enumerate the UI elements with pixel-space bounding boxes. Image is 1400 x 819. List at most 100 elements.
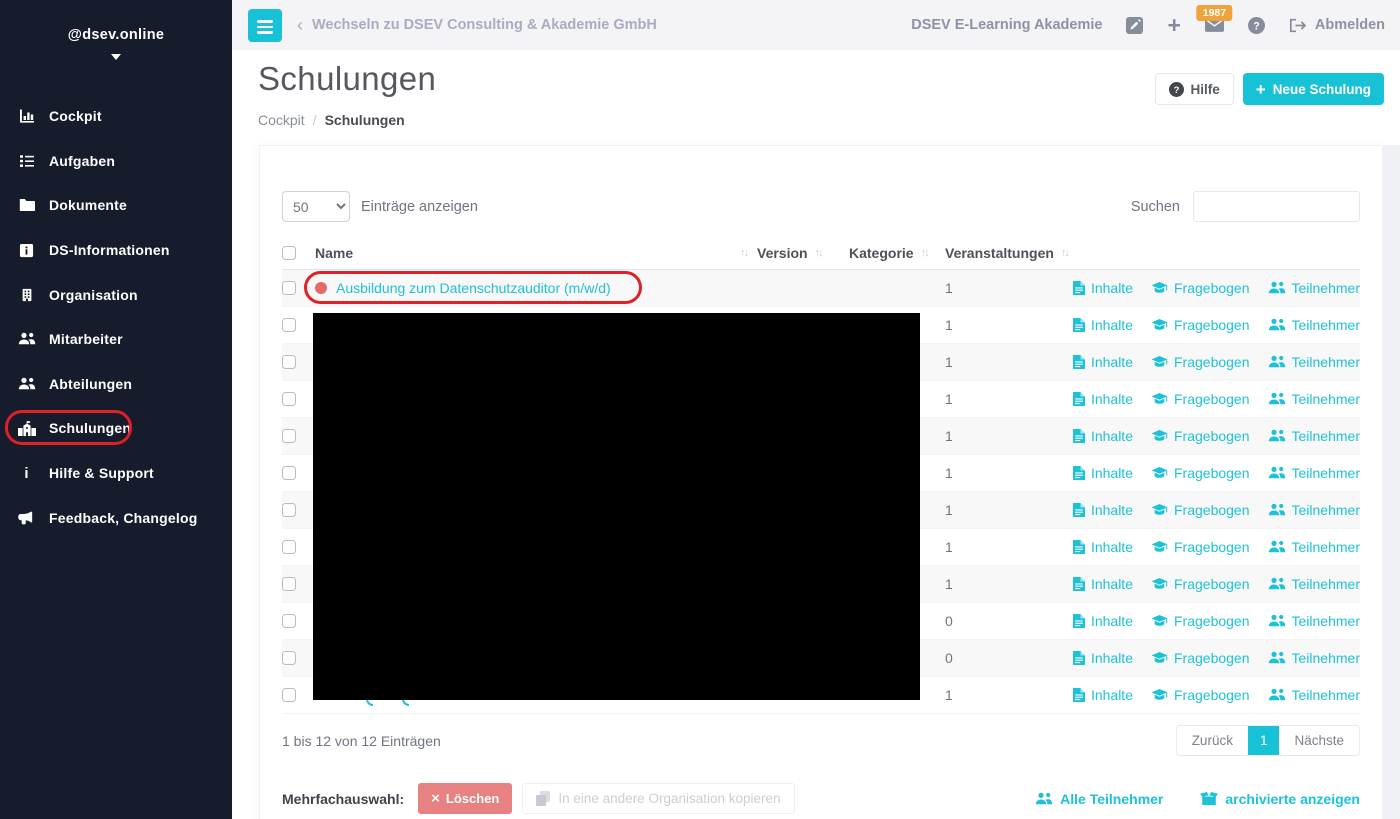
- logout-button[interactable]: Abmelden: [1289, 17, 1385, 33]
- inhalte-link[interactable]: Inhalte: [1072, 391, 1133, 407]
- fragebogen-link[interactable]: Fragebogen: [1151, 650, 1250, 666]
- teilnehmer-link[interactable]: Teilnehmer: [1268, 650, 1360, 666]
- sidebar-item-abteilungen[interactable]: Abteilungen: [0, 362, 232, 407]
- row-checkbox[interactable]: [282, 651, 296, 665]
- graduation-cap-icon: [1151, 392, 1168, 404]
- scrollbar-track[interactable]: [1383, 145, 1400, 819]
- veranstaltungen-count: 0: [945, 613, 953, 629]
- new-training-button[interactable]: + Neue Schulung: [1242, 73, 1384, 105]
- teilnehmer-link[interactable]: Teilnehmer: [1268, 687, 1360, 703]
- fragebogen-link[interactable]: Fragebogen: [1151, 465, 1250, 481]
- mail-icon[interactable]: 1987: [1196, 5, 1233, 32]
- sidebar-item-schulungen[interactable]: Schulungen: [0, 406, 232, 451]
- teilnehmer-link[interactable]: Teilnehmer: [1268, 428, 1360, 444]
- menu-toggle-button[interactable]: [248, 8, 282, 42]
- edit-square-icon[interactable]: [1126, 16, 1144, 34]
- page-length-select[interactable]: 50: [282, 191, 350, 222]
- fragebogen-link[interactable]: Fragebogen: [1151, 687, 1250, 703]
- delete-button[interactable]: × Löschen: [418, 783, 513, 814]
- teilnehmer-link[interactable]: Teilnehmer: [1268, 391, 1360, 407]
- teilnehmer-link[interactable]: Teilnehmer: [1268, 576, 1360, 592]
- teilnehmer-link[interactable]: Teilnehmer: [1268, 502, 1360, 518]
- column-kategorie[interactable]: Kategorie ↑↓: [849, 245, 945, 261]
- inhalte-link[interactable]: Inhalte: [1072, 280, 1133, 296]
- fragebogen-link[interactable]: Fragebogen: [1151, 613, 1250, 629]
- training-name-link[interactable]: Ausbildung zum Datenschutzauditor (m/w/d…: [336, 280, 611, 296]
- help-button[interactable]: ? Hilfe: [1154, 73, 1234, 105]
- question-circle-icon: ?: [1168, 81, 1184, 97]
- inhalte-link[interactable]: Inhalte: [1072, 613, 1133, 629]
- breadcrumb-separator: /: [312, 112, 317, 128]
- switch-organisation-link[interactable]: ‹ Wechseln zu DSEV Consulting & Akademie…: [297, 16, 657, 34]
- current-organisation-label: DSEV E-Learning Akademie: [911, 17, 1103, 33]
- teilnehmer-link[interactable]: Teilnehmer: [1268, 354, 1360, 370]
- file-icon: [1072, 281, 1085, 295]
- inhalte-link[interactable]: Inhalte: [1072, 539, 1133, 555]
- row-checkbox[interactable]: [282, 318, 296, 332]
- show-archived-link[interactable]: archivierte anzeigen: [1200, 791, 1360, 807]
- pagination-prev[interactable]: Zurück: [1177, 726, 1248, 755]
- veranstaltungen-count: 1: [945, 465, 953, 481]
- sidebar-item-aufgaben[interactable]: Aufgaben: [0, 139, 232, 184]
- row-checkbox[interactable]: [282, 429, 296, 443]
- graduation-cap-icon: [1151, 318, 1168, 330]
- fragebogen-link[interactable]: Fragebogen: [1151, 354, 1250, 370]
- teilnehmer-link[interactable]: Teilnehmer: [1268, 280, 1360, 296]
- pagination-page-1[interactable]: 1: [1247, 726, 1280, 755]
- fragebogen-link[interactable]: Fragebogen: [1151, 317, 1250, 333]
- row-checkbox[interactable]: [282, 466, 296, 480]
- fragebogen-link[interactable]: Fragebogen: [1151, 280, 1250, 296]
- column-version[interactable]: Version ↑↓: [757, 245, 849, 261]
- teilnehmer-link[interactable]: Teilnehmer: [1268, 465, 1360, 481]
- inhalte-link[interactable]: Inhalte: [1072, 317, 1133, 333]
- account-menu[interactable]: @dsev.online: [0, 27, 232, 43]
- fragebogen-link[interactable]: Fragebogen: [1151, 502, 1250, 518]
- sidebar-item-hilfe-support[interactable]: i Hilfe & Support: [0, 451, 232, 496]
- inhalte-link[interactable]: Inhalte: [1072, 650, 1133, 666]
- sort-icon[interactable]: ↑↓: [921, 247, 930, 259]
- sort-icon[interactable]: ↑↓: [740, 247, 749, 259]
- fragebogen-link[interactable]: Fragebogen: [1151, 576, 1250, 592]
- veranstaltungen-count: 1: [945, 391, 953, 407]
- inhalte-link[interactable]: Inhalte: [1072, 428, 1133, 444]
- sidebar-item-dokumente[interactable]: Dokumente: [0, 183, 232, 228]
- breadcrumb-cockpit[interactable]: Cockpit: [258, 112, 305, 128]
- row-checkbox[interactable]: [282, 614, 296, 628]
- select-all-checkbox[interactable]: [282, 245, 296, 260]
- fragebogen-link[interactable]: Fragebogen: [1151, 428, 1250, 444]
- sidebar-item-cockpit[interactable]: Cockpit: [0, 94, 232, 139]
- row-checkbox[interactable]: [282, 540, 296, 554]
- column-name[interactable]: Name ↑↓: [315, 245, 757, 261]
- sidebar-item-mitarbeiter[interactable]: Mitarbeiter: [0, 317, 232, 362]
- row-checkbox[interactable]: [282, 355, 296, 369]
- copy-to-organisation-button[interactable]: In eine andere Organisation kopieren: [522, 783, 795, 814]
- sort-icon[interactable]: ↑↓: [1061, 247, 1070, 259]
- building-icon: [17, 287, 36, 303]
- row-checkbox[interactable]: [282, 503, 296, 517]
- sidebar-item-organisation[interactable]: Organisation: [0, 272, 232, 317]
- fragebogen-link[interactable]: Fragebogen: [1151, 539, 1250, 555]
- search-input[interactable]: [1193, 191, 1360, 222]
- fragebogen-link[interactable]: Fragebogen: [1151, 391, 1250, 407]
- row-checkbox[interactable]: [282, 281, 296, 295]
- sidebar-item-feedback-changelog[interactable]: Feedback, Changelog: [0, 495, 232, 540]
- sort-icon[interactable]: ↑↓: [815, 247, 824, 259]
- row-checkbox[interactable]: [282, 688, 296, 702]
- teilnehmer-link[interactable]: Teilnehmer: [1268, 539, 1360, 555]
- graduation-cap-icon: [1151, 355, 1168, 367]
- sidebar-item-ds-informationen[interactable]: DS-Informationen: [0, 228, 232, 273]
- row-checkbox[interactable]: [282, 577, 296, 591]
- plus-icon[interactable]: +: [1167, 13, 1180, 37]
- pagination-next[interactable]: Nächste: [1279, 726, 1359, 755]
- inhalte-link[interactable]: Inhalte: [1072, 576, 1133, 592]
- teilnehmer-link[interactable]: Teilnehmer: [1268, 613, 1360, 629]
- inhalte-link[interactable]: Inhalte: [1072, 465, 1133, 481]
- inhalte-link[interactable]: Inhalte: [1072, 502, 1133, 518]
- column-veranstaltungen[interactable]: Veranstaltungen ↑↓: [945, 245, 1076, 261]
- row-checkbox[interactable]: [282, 392, 296, 406]
- teilnehmer-link[interactable]: Teilnehmer: [1268, 317, 1360, 333]
- question-icon[interactable]: ?: [1247, 16, 1265, 34]
- all-participants-link[interactable]: Alle Teilnehmer: [1035, 791, 1163, 807]
- inhalte-link[interactable]: Inhalte: [1072, 687, 1133, 703]
- inhalte-link[interactable]: Inhalte: [1072, 354, 1133, 370]
